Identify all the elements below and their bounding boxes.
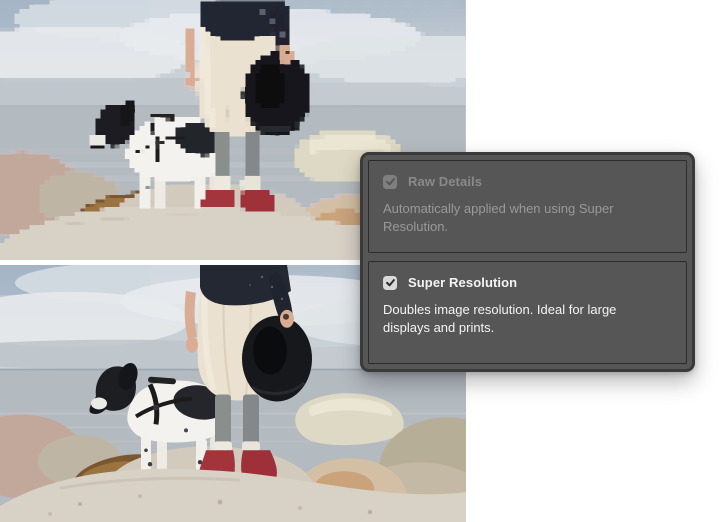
raw-details-label: Raw Details bbox=[408, 174, 483, 189]
super-resolution-checkbox[interactable] bbox=[383, 275, 397, 290]
super-resolution-header: Super Resolution bbox=[383, 275, 672, 290]
raw-details-checkbox bbox=[383, 174, 397, 189]
enhance-preview-page: Raw Details Automatically applied when u… bbox=[0, 0, 720, 522]
raw-details-description: Automatically applied when using Super R… bbox=[383, 201, 614, 234]
check-icon bbox=[385, 178, 395, 186]
raw-details-header: Raw Details bbox=[383, 174, 672, 189]
super-resolution-option: Super Resolution Doubles image resolutio… bbox=[368, 261, 687, 364]
check-icon bbox=[385, 279, 395, 287]
super-resolution-description: Doubles image resolution. Ideal for larg… bbox=[383, 302, 617, 335]
raw-details-option: Raw Details Automatically applied when u… bbox=[368, 160, 687, 253]
super-resolution-label[interactable]: Super Resolution bbox=[408, 275, 517, 290]
enhance-options-panel: Raw Details Automatically applied when u… bbox=[360, 152, 695, 372]
